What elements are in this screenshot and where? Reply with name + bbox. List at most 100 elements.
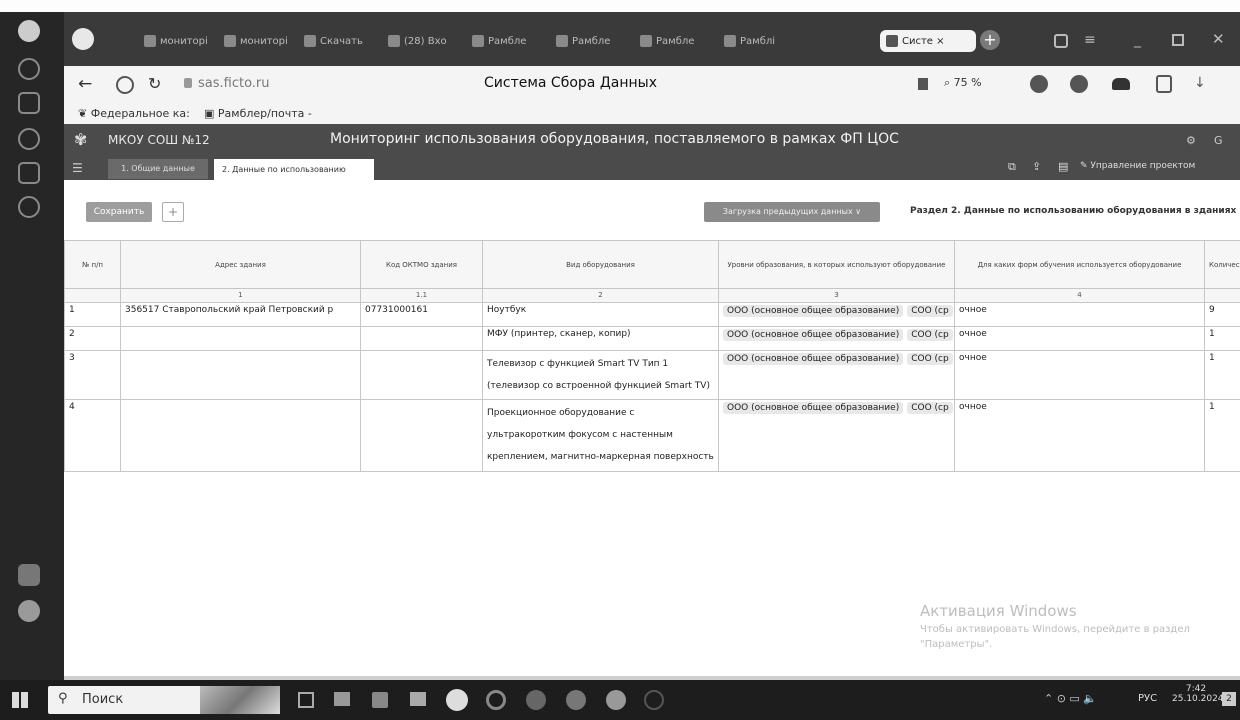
menu-icon[interactable]: ≡ [1084, 32, 1096, 48]
minimize-button[interactable]: _ [1134, 32, 1141, 48]
level-tag[interactable]: ООО (основное общее образование) [723, 329, 904, 341]
table-row[interactable]: 1 356517 Ставропольский край Петровский … [64, 302, 1240, 327]
level-tag[interactable]: ООО (основное общее образование) [723, 402, 904, 414]
level-tag[interactable]: СОО (ср [907, 305, 953, 317]
language-indicator[interactable]: РУС [1138, 693, 1157, 704]
maximize-button[interactable] [1172, 34, 1184, 46]
bookmark-item[interactable]: ▣ Рамблер/почта - [204, 107, 312, 120]
clock[interactable]: 7:42 25.10.2024 [1172, 684, 1224, 704]
levels-cell[interactable]: ООО (основное общее образование) СОО (ср [718, 350, 955, 400]
extension-icon[interactable] [1112, 78, 1130, 90]
notifications-badge[interactable]: 2 [1222, 692, 1236, 706]
close-window-button[interactable]: ✕ [1212, 30, 1225, 48]
tab-5[interactable]: Рамбле [472, 30, 546, 52]
level-tag[interactable]: СОО (ср [907, 353, 953, 365]
level-tag[interactable]: ООО (основное общее образование) [723, 353, 904, 365]
level-tag[interactable]: ООО (основное общее образование) [723, 305, 904, 317]
oktmo-cell[interactable] [360, 350, 483, 400]
table-row[interactable]: 4 Проекционное оборудование с ультракоро… [64, 399, 1240, 472]
taskbar-app-icon[interactable] [334, 692, 350, 706]
collections-icon[interactable] [18, 92, 40, 114]
reload-button[interactable]: ↻ [148, 74, 161, 93]
address-cell[interactable] [120, 399, 361, 472]
downloads-icon[interactable] [1054, 34, 1068, 48]
profile-icon[interactable] [18, 20, 40, 42]
bookmark-item[interactable]: ❦ Федеральное ка: [78, 107, 190, 120]
nine-icon[interactable] [18, 162, 40, 184]
hamburger-icon[interactable]: ☰ [72, 161, 83, 175]
manage-project-link[interactable]: ✎ Управление проектом [1080, 161, 1195, 171]
equipment-cell[interactable]: Ноутбук [482, 302, 719, 327]
download-icon[interactable]: ↓ [1194, 75, 1212, 93]
settings-icon[interactable]: ⚙ [1186, 134, 1196, 147]
quantity-cell[interactable]: 1 [1204, 326, 1240, 351]
tab-2[interactable]: мониторі [224, 30, 294, 52]
back-button[interactable]: ← [78, 74, 92, 94]
zoom-indicator[interactable]: ⌕ 75 % [944, 76, 982, 90]
table-row[interactable]: 3 Телевизор с функцией Smart TV Тип 1 (т… [64, 350, 1240, 400]
task-view-icon[interactable] [298, 692, 314, 708]
tab-1[interactable]: мониторі [144, 30, 214, 52]
oktmo-cell[interactable] [360, 399, 483, 472]
tab-4[interactable]: (28) Вхо [388, 30, 462, 52]
equipment-cell[interactable]: Телевизор с функцией Smart TV Тип 1 (тел… [482, 350, 719, 400]
address-cell[interactable] [120, 350, 361, 400]
alice-icon[interactable] [18, 600, 40, 622]
copy-icon[interactable]: ⧉ [1008, 160, 1016, 174]
form-cell[interactable]: очное [954, 350, 1205, 400]
taskbar-app-icon[interactable] [526, 690, 546, 710]
level-tag[interactable]: СОО (ср [907, 329, 953, 341]
equipment-cell[interactable]: МФУ (принтер, сканер, копир) [482, 326, 719, 351]
address-cell[interactable]: 356517 Ставропольский край Петровский р [120, 302, 361, 327]
new-tab-button[interactable]: + [980, 30, 1000, 50]
quantity-cell[interactable]: 1 [1204, 399, 1240, 472]
tab-general[interactable]: 1. Общие данные [108, 159, 208, 179]
tab-6[interactable]: Рамбле [556, 30, 630, 52]
reading-list-icon[interactable] [1156, 75, 1172, 93]
bookmark-icon[interactable] [918, 78, 928, 90]
mail-taskbar-icon[interactable] [410, 692, 426, 706]
tab-usage[interactable]: 2. Данные по использованию [214, 159, 374, 180]
document-icon[interactable]: ▤ [1058, 160, 1068, 173]
upload-icon[interactable]: ⇪ [1032, 160, 1041, 173]
oktmo-cell[interactable]: 07731000161 [360, 302, 483, 327]
tray-icons[interactable]: ⌃ ⊙ ▭ 🔈 [1044, 692, 1097, 705]
windows-start-icon[interactable] [12, 692, 28, 708]
taskbar-search[interactable]: ⚲ Поиск [48, 686, 280, 714]
address-cell[interactable] [120, 326, 361, 351]
tab-3[interactable]: Скачать [304, 30, 378, 52]
load-previous-button[interactable]: Загрузка предыдущих данных ∨ [704, 202, 880, 222]
form-cell[interactable]: очное [954, 399, 1205, 472]
store-icon[interactable] [372, 692, 388, 708]
quantity-cell[interactable]: 9 [1204, 302, 1240, 327]
add-row-button[interactable]: + [162, 202, 184, 222]
form-cell[interactable]: очное [954, 302, 1205, 327]
yandex-browser-icon[interactable] [446, 689, 468, 711]
extension-icon[interactable] [1030, 75, 1048, 93]
history-icon[interactable] [18, 58, 40, 80]
logout-icon[interactable]: G [1214, 134, 1223, 147]
levels-cell[interactable]: ООО (основное общее образование) СОО (ср [718, 399, 955, 472]
taskbar-app-icon[interactable] [606, 690, 626, 710]
browser-menu-icon[interactable] [72, 28, 94, 50]
table-row[interactable]: 2 МФУ (принтер, сканер, копир) ООО (осно… [64, 326, 1240, 351]
save-button[interactable]: Сохранить [86, 202, 152, 222]
extension-icon[interactable] [1070, 75, 1088, 93]
equipment-cell[interactable]: Проекционное оборудование с ультракоротк… [482, 399, 719, 472]
form-cell[interactable]: очное [954, 326, 1205, 351]
play-icon[interactable] [18, 128, 40, 150]
levels-cell[interactable]: ООО (основное общее образование) СОО (ср [718, 326, 955, 351]
mail-app-icon[interactable] [18, 564, 40, 586]
messenger-icon[interactable] [18, 196, 40, 218]
taskbar-app-icon[interactable] [644, 690, 664, 710]
oktmo-cell[interactable] [360, 326, 483, 351]
yandex-icon[interactable] [116, 76, 134, 94]
tab-active[interactable]: Систе × [880, 30, 976, 52]
url-text[interactable]: sas.ficto.ru [198, 76, 270, 91]
quantity-cell[interactable]: 1 [1204, 350, 1240, 400]
tab-8[interactable]: Рамблі [724, 30, 798, 52]
taskbar-app-icon[interactable] [566, 690, 586, 710]
levels-cell[interactable]: ООО (основное общее образование) СОО (ср [718, 302, 955, 327]
taskbar-app-icon[interactable] [486, 690, 506, 710]
level-tag[interactable]: СОО (ср [907, 402, 953, 414]
